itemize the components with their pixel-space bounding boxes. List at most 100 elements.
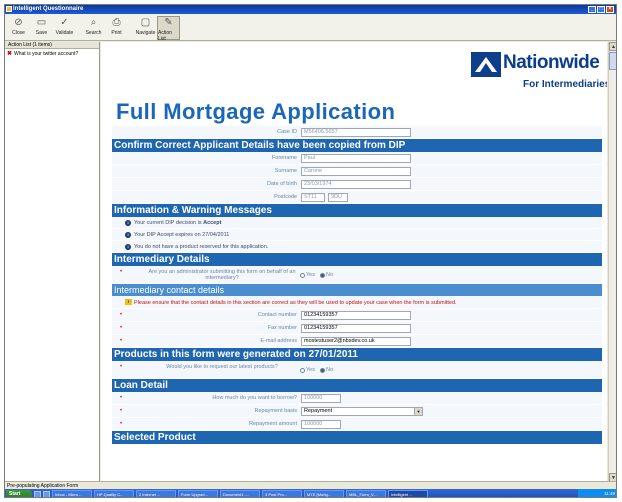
administrator-yes-radio[interactable]: Yes <box>300 272 315 278</box>
vertical-scrollbar[interactable]: ▲ ▼ <box>608 42 616 482</box>
print-icon: ⎙ <box>112 16 121 28</box>
contact-number-row: • Contact number 01234159357 <box>112 309 602 322</box>
action-list-header: Action List (1 items) <box>5 42 99 49</box>
postcode-part1-field[interactable]: ST11 <box>301 193 325 202</box>
taskbar-item[interactable]: MTE [Mortg... <box>304 490 344 497</box>
section-selected-product: Selected Product <box>112 431 602 444</box>
action-list-item[interactable]: ✖ What is your twitter account? <box>5 49 99 58</box>
case-id-field[interactable]: M56406.5657 <box>301 128 411 137</box>
message-decision: i Your current DIP decision is Accept <box>112 217 602 229</box>
action-list-button[interactable]: ✎ Action List <box>157 16 180 42</box>
section-products: Products in this form were generated on … <box>112 348 602 361</box>
fax-number-row: • Fax number 01234159357 <box>112 322 602 335</box>
status-bar: Pre-populating Application Form <box>5 481 616 489</box>
quick-launch-icon[interactable] <box>43 490 50 497</box>
forename-field[interactable]: Paul <box>301 154 411 163</box>
repayment-basis-row: • Repayment basis Repayment ▼ <box>112 405 602 418</box>
postcode-part2-field[interactable]: 9DU <box>328 193 348 202</box>
dob-row: Date of birth 23/03/1974 <box>112 178 602 191</box>
required-marker: • <box>120 364 123 370</box>
nationwide-logo-icon <box>471 52 501 77</box>
section-info-warnings: Information & Warning Messages <box>112 204 602 217</box>
email-field[interactable]: mostestuser2@nbsdev.co.uk <box>301 337 411 346</box>
save-icon: ▭ <box>36 16 47 28</box>
window-title: Intelligent Questionnaire <box>13 6 84 12</box>
app-icon <box>6 6 12 12</box>
section-contact: Intermediary contact details <box>112 284 602 296</box>
fax-number-field[interactable]: 01234159357 <box>301 324 411 333</box>
maximize-button[interactable]: □ <box>597 6 605 13</box>
close-icon: ⊘ <box>14 16 23 28</box>
close-window-button[interactable]: × <box>606 6 614 13</box>
contact-warning: ! Please ensure that the contact details… <box>112 296 602 309</box>
system-tray-clock: 11:49 <box>578 489 616 497</box>
contact-number-field[interactable]: 01234159357 <box>301 311 411 320</box>
validate-icon: ✓ <box>60 16 69 28</box>
scroll-thumb[interactable] <box>609 52 616 70</box>
required-marker: • <box>120 408 123 414</box>
section-loan: Loan Detail <box>112 379 602 392</box>
form-content: Nationwide For Intermediaries Full Mortg… <box>101 42 607 482</box>
products-no-radio[interactable]: No <box>319 367 333 373</box>
taskbar-item[interactable]: Inbox - Micro... <box>52 490 92 497</box>
chevron-down-icon: ▼ <box>414 408 422 415</box>
surname-row: Surname Carone <box>112 165 602 178</box>
required-marker: • <box>120 338 123 344</box>
validate-button[interactable]: ✓ Validate <box>53 16 76 40</box>
products-yes-radio[interactable]: Yes <box>300 367 315 373</box>
taskbar: Start Inbox - Micro... HP Quality C... 2… <box>5 489 616 497</box>
info-icon: i <box>125 244 131 250</box>
required-marker: • <box>120 421 123 427</box>
repayment-amount-row: • Repayment amount 100000 <box>112 418 602 431</box>
scroll-up-icon[interactable]: ▲ <box>609 42 616 51</box>
taskbar-item[interactable]: MBL_Form_V... <box>346 490 386 497</box>
save-button[interactable]: ▭ Save <box>30 16 53 40</box>
print-button[interactable]: ⎙ Print <box>105 16 128 40</box>
surname-field[interactable]: Carone <box>301 167 411 176</box>
email-row: • E-mail address mostestuser2@nbsdev.co.… <box>112 335 602 348</box>
message-no-product: i You do not have a product reserved for… <box>112 241 602 253</box>
taskbar-item[interactable]: 3 Post Pro... <box>262 490 302 497</box>
taskbar-item[interactable]: Document1 -... <box>220 490 260 497</box>
close-button[interactable]: ⊘ Close <box>7 16 30 40</box>
search-button[interactable]: ⌕ Search <box>82 16 105 40</box>
forename-row: Forename Paul <box>112 152 602 165</box>
message-expiry: i Your DIP Accept expires on 27/04/2011 <box>112 229 602 241</box>
administrator-question-row: • Are you an administrator submitting th… <box>112 266 602 284</box>
quick-launch-icon[interactable] <box>34 490 41 497</box>
taskbar-item-active[interactable]: Intelligent ... <box>388 490 428 497</box>
repayment-amount-field[interactable]: 100000 <box>301 420 341 429</box>
toolbar: ⊘ Close ▭ Save ✓ Validate ⌕ Search ⎙ Print ▢ N… <box>5 14 616 42</box>
error-icon: ✖ <box>7 51 13 57</box>
section-confirm: Confirm Correct Applicant Details have b… <box>112 139 602 152</box>
latest-products-row: • Would you like to request our latest p… <box>112 361 602 379</box>
taskbar-item[interactable]: HP Quality C... <box>94 490 134 497</box>
minimize-button[interactable]: _ <box>588 6 596 13</box>
navigate-button[interactable]: ▢ Navigate <box>134 16 157 40</box>
brand-name: Nationwide <box>503 52 600 73</box>
title-bar: Intelligent Questionnaire _ □ × <box>5 5 616 14</box>
brand-subtitle: For Intermediaries <box>523 79 607 90</box>
case-id-row: Case ID M56406.5657 <box>112 126 602 139</box>
repayment-basis-select[interactable]: Repayment ▼ <box>301 407 423 416</box>
borrow-row: • How much do you want to borrow? 100000 <box>112 392 602 405</box>
info-icon: i <box>125 232 131 238</box>
application-window: Intelligent Questionnaire _ □ × ⊘ Close ▭… <box>4 4 617 498</box>
search-icon: ⌕ <box>90 16 97 28</box>
required-marker: • <box>120 325 123 331</box>
info-icon: i <box>125 220 131 226</box>
dob-field[interactable]: 23/03/1974 <box>301 180 411 189</box>
start-button[interactable]: Start <box>6 489 32 497</box>
navigate-icon: ▢ <box>140 16 151 28</box>
taskbar-item[interactable]: 2 Internet ... <box>136 490 176 497</box>
taskbar-item[interactable]: Form Upgrad... <box>178 490 218 497</box>
required-marker: • <box>120 312 123 318</box>
borrow-amount-field[interactable]: 100000 <box>301 394 341 403</box>
postcode-row: Postcode ST11 9DU <box>112 191 602 204</box>
administrator-no-radio[interactable]: No <box>319 272 333 278</box>
action-list-panel: Action List (1 items) ✖ What is your twi… <box>5 42 100 482</box>
required-marker: • <box>120 395 123 401</box>
required-marker: • <box>120 269 123 275</box>
section-intermediary: Intermediary Details <box>112 253 602 266</box>
page-title: Full Mortgage Application <box>116 99 396 124</box>
